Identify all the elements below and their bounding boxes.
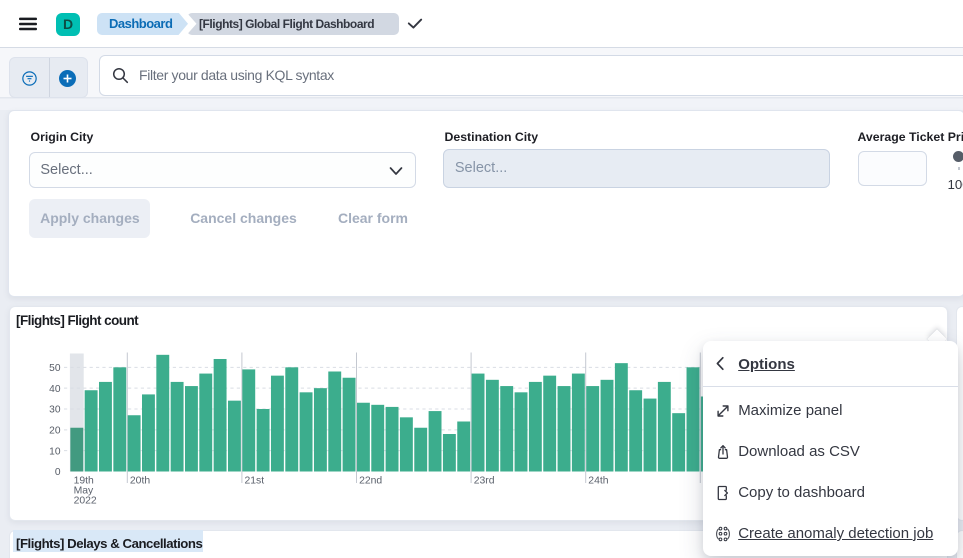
svg-text:20th: 20th [130,476,150,487]
svg-text:23rd: 23rd [474,476,495,487]
svg-text:24th: 24th [588,476,608,487]
svg-text:21st: 21st [245,476,265,487]
svg-text:40: 40 [49,384,61,395]
svg-text:50: 50 [49,363,61,374]
svg-text:10: 10 [49,446,61,457]
svg-text:22nd: 22nd [359,476,382,487]
svg-text:30: 30 [49,405,61,416]
svg-text:20: 20 [49,426,61,437]
svg-text:2022: 2022 [74,496,97,507]
svg-text:0: 0 [55,467,61,478]
